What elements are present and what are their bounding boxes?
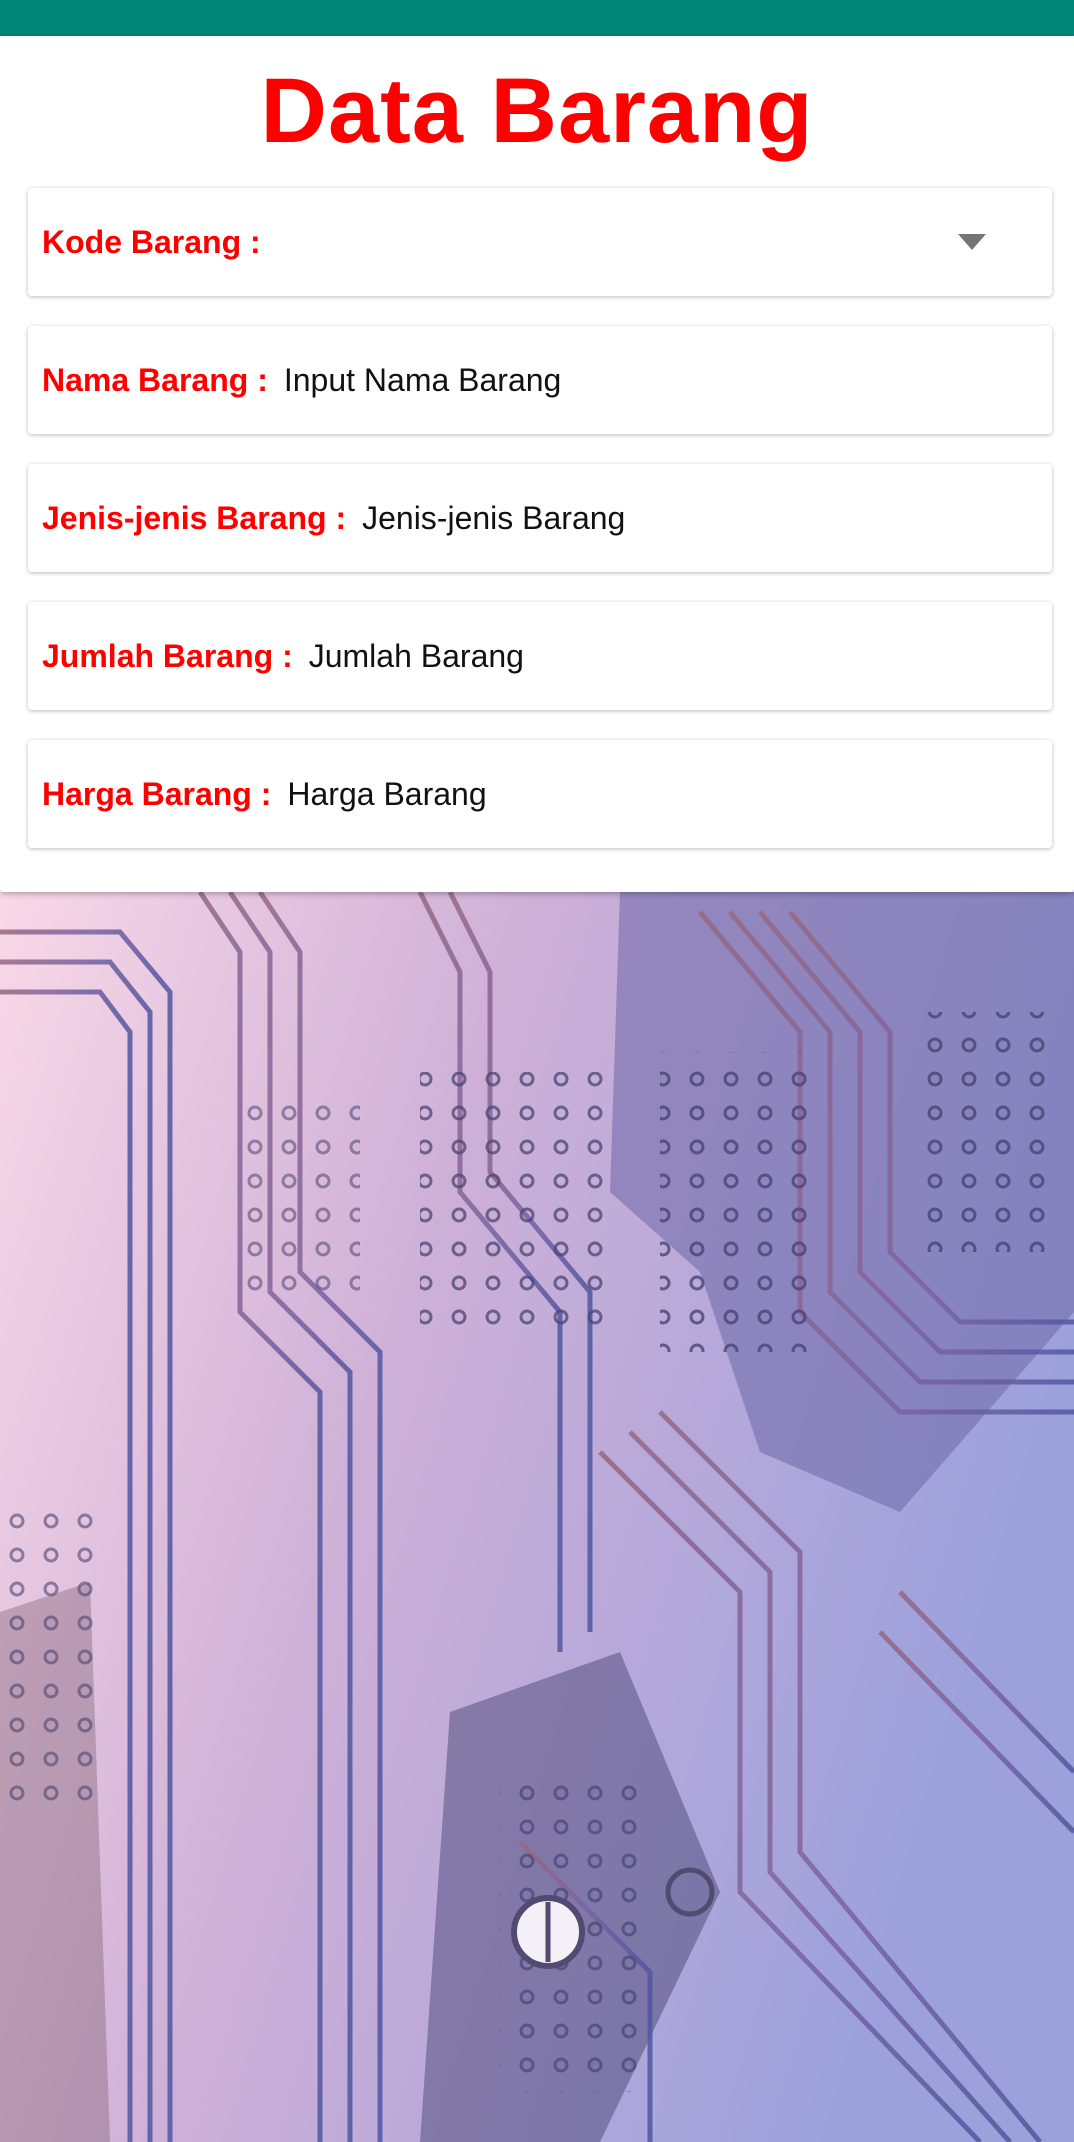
jumlah-barang-field[interactable]: Jumlah Barang : Jumlah Barang xyxy=(28,602,1052,710)
kode-barang-label: Kode Barang : xyxy=(42,223,261,260)
form-card: Data Barang Kode Barang : Nama Barang : … xyxy=(0,36,1074,892)
jenis-barang-label: Jenis-jenis Barang : xyxy=(42,499,347,536)
page-title: Data Barang xyxy=(260,60,814,162)
status-bar xyxy=(0,0,1074,36)
kode-barang-spinner[interactable]: Kode Barang : xyxy=(28,188,1052,296)
jenis-barang-field[interactable]: Jenis-jenis Barang : Jenis-jenis Barang xyxy=(28,464,1052,572)
jenis-barang-input[interactable]: Jenis-jenis Barang xyxy=(362,500,625,537)
chevron-down-icon[interactable] xyxy=(958,234,986,250)
jumlah-barang-label: Jumlah Barang : xyxy=(42,637,293,674)
jumlah-barang-input[interactable]: Jumlah Barang xyxy=(309,638,524,675)
nama-barang-label: Nama Barang : xyxy=(42,361,268,398)
harga-barang-label: Harga Barang : xyxy=(42,775,272,812)
harga-barang-input[interactable]: Harga Barang xyxy=(287,776,486,813)
harga-barang-field[interactable]: Harga Barang : Harga Barang xyxy=(28,740,1052,848)
nama-barang-field[interactable]: Nama Barang : Input Nama Barang xyxy=(28,326,1052,434)
circuit-board-image xyxy=(0,892,1074,2142)
nama-barang-input[interactable]: Input Nama Barang xyxy=(284,362,562,399)
